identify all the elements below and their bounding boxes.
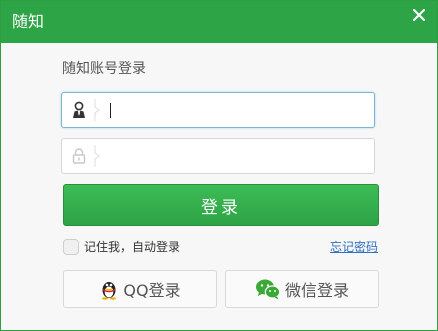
login-window: 随知 随知账号登录 登录 记住我，自动登录 忘记密码 QQ登录 微信登录 [0, 0, 438, 331]
user-icon [70, 101, 88, 119]
lock-icon [70, 147, 88, 165]
close-icon [413, 9, 425, 21]
window-title: 随知 [12, 12, 45, 31]
wechat-icon [255, 278, 281, 300]
password-input[interactable] [106, 143, 366, 169]
wechat-login-button[interactable]: 微信登录 [225, 270, 379, 308]
remember-checkbox[interactable] [63, 239, 79, 255]
forgot-password-link[interactable]: 忘记密码 [330, 239, 378, 255]
field-separator [94, 145, 100, 167]
qq-login-label: QQ登录 [123, 281, 181, 300]
username-input[interactable] [106, 97, 366, 123]
wechat-login-label: 微信登录 [284, 281, 349, 300]
close-button[interactable] [401, 1, 437, 29]
qq-login-button[interactable]: QQ登录 [63, 270, 217, 308]
remember-me[interactable]: 记住我，自动登录 [63, 238, 180, 256]
remember-label: 记住我，自动登录 [84, 240, 181, 254]
text-caret [110, 103, 111, 118]
title-bar: 随知 [1, 1, 437, 43]
password-field[interactable] [61, 138, 375, 174]
qq-penguin-icon [99, 278, 119, 300]
login-subtitle: 随知账号登录 [62, 61, 146, 77]
username-field[interactable] [61, 92, 375, 128]
login-button[interactable]: 登录 [63, 184, 379, 226]
field-separator [94, 99, 100, 121]
